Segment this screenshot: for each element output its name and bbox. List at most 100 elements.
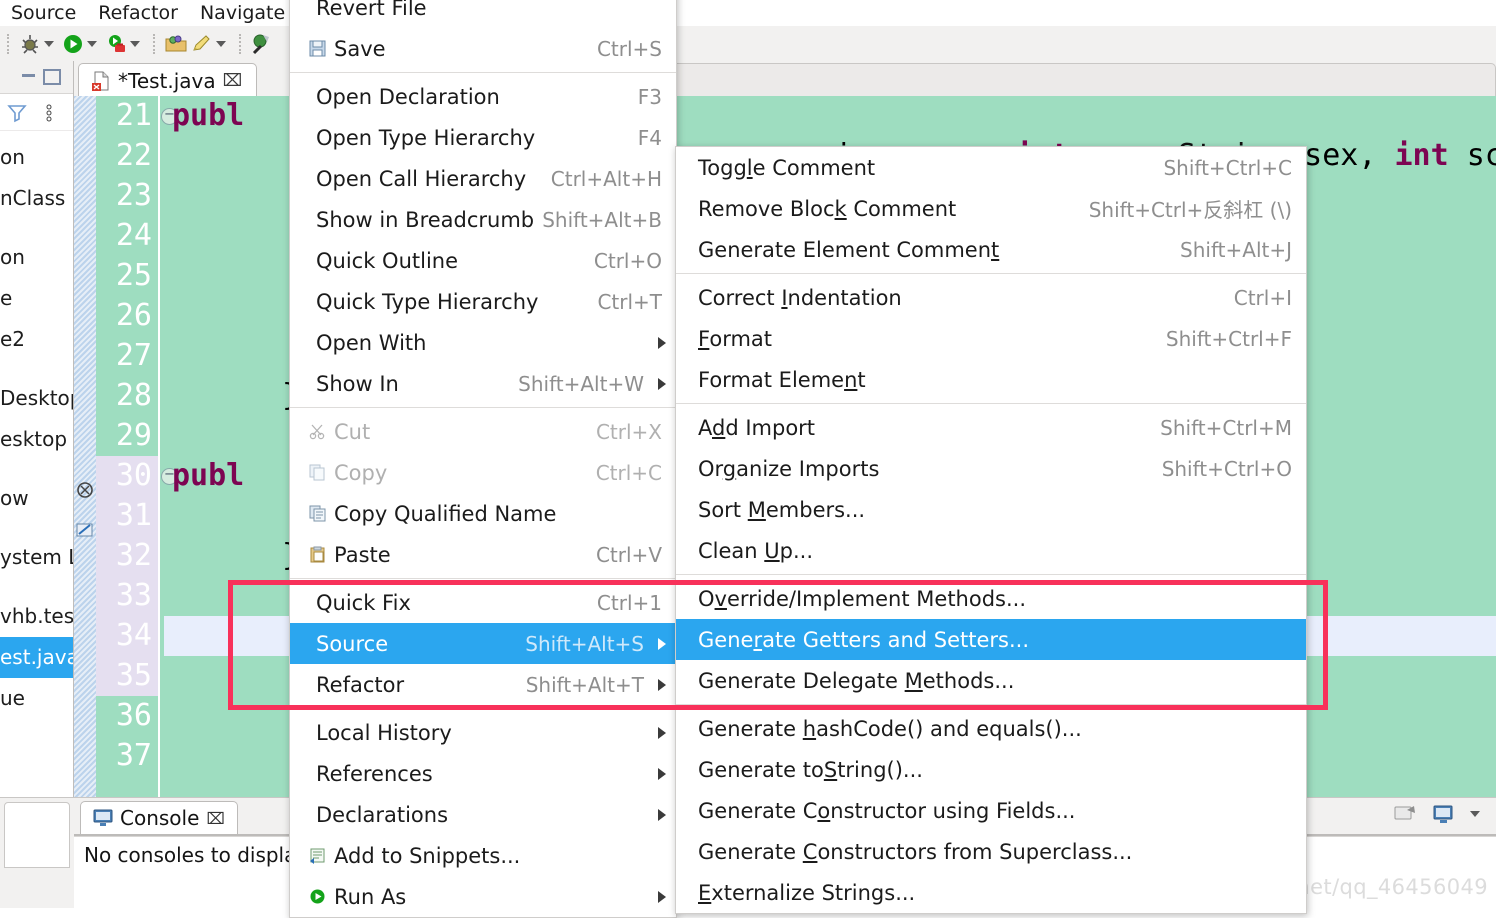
menu-item-declarations[interactable]: Declarations — [290, 794, 676, 835]
menu-navigate[interactable]: Navigate — [189, 2, 296, 24]
menu-item-run-as[interactable]: Run As — [290, 876, 676, 917]
menu-item-cut[interactable]: Cut Ctrl+X — [290, 411, 676, 452]
console-stub-box — [4, 802, 70, 868]
submenu-item-clean-up[interactable]: Clean Up... — [676, 530, 1306, 571]
menu-separator — [290, 708, 676, 709]
menu-item-quick-fix[interactable]: Quick Fix Ctrl+1 — [290, 582, 676, 623]
run-icon[interactable] — [60, 31, 86, 57]
submenu-item-generate-constructor-using-fields[interactable]: Generate Constructor using Fields... — [676, 790, 1306, 831]
menu-item-label: Paste — [334, 543, 391, 567]
menu-item-local-history[interactable]: Local History — [290, 712, 676, 753]
open-type-icon[interactable] — [249, 31, 275, 57]
menu-item-label: Open Call Hierarchy — [316, 167, 526, 191]
submenu-item-generate-hashcode-equals[interactable]: Generate hashCode() and equals()... — [676, 708, 1306, 749]
submenu-item-label: Format — [698, 327, 772, 351]
new-java-class-icon[interactable] — [189, 31, 215, 57]
tree-item[interactable]: nClass — [0, 178, 73, 219]
menu-item-revert-file[interactable]: Revert File — [290, 0, 676, 28]
close-icon[interactable]: ⌧ — [206, 809, 224, 828]
external-tools-dropdown-icon[interactable] — [130, 41, 140, 47]
menu-item-label: Copy Qualified Name — [334, 502, 556, 526]
editor-tab-test-java[interactable]: *Test.java ⌧ — [78, 63, 257, 97]
submenu-separator — [676, 273, 1306, 274]
tree-item[interactable]: Desktop — [0, 378, 73, 419]
close-icon[interactable]: ⌧ — [223, 71, 243, 91]
line-number: 25 — [96, 256, 158, 296]
submenu-item-label: Externalize Strings... — [698, 881, 915, 905]
tree-item[interactable]: vhb.test — [0, 596, 73, 637]
code-keyword: publ — [172, 458, 244, 493]
submenu-item-add-import[interactable]: Add Import Shift+Ctrl+M — [676, 407, 1306, 448]
menu-item-shortcut: Ctrl+Alt+H — [551, 167, 666, 191]
menu-item-open-declaration[interactable]: Open Declaration F3 — [290, 76, 676, 117]
menu-item-quick-outline[interactable]: Quick Outline Ctrl+O — [290, 240, 676, 281]
tree-item[interactable]: on — [0, 137, 73, 178]
submenu-item-shortcut: Shift+Ctrl+C — [1163, 156, 1296, 180]
menu-item-refactor[interactable]: Refactor Shift+Alt+T — [290, 664, 676, 705]
menu-item-label: Cut — [334, 420, 370, 444]
minimize-icon[interactable] — [22, 74, 35, 77]
quickfix-marker-icon[interactable] — [76, 521, 94, 539]
submenu-item-generate-element-comment[interactable]: Generate Element Comment Shift+Alt+J — [676, 229, 1306, 270]
menu-item-save[interactable]: Save Ctrl+S — [290, 28, 676, 69]
submenu-item-toggle-comment[interactable]: Toggle Comment Shift+Ctrl+C — [676, 147, 1306, 188]
filter-icon[interactable] — [6, 102, 28, 124]
error-marker-icon[interactable] — [76, 481, 94, 499]
tree-item[interactable]: on — [0, 237, 73, 278]
menu-item-add-to-snippets[interactable]: Add to Snippets... — [290, 835, 676, 876]
submenu-item-generate-delegate-methods[interactable]: Generate Delegate Methods... — [676, 660, 1306, 701]
run-external-tools-icon[interactable] — [103, 31, 129, 57]
tree-item[interactable]: ystem Li — [0, 537, 73, 578]
submenu-item-format[interactable]: Format Shift+Ctrl+F — [676, 318, 1306, 359]
run-dropdown-icon[interactable] — [87, 41, 97, 47]
submenu-item-sort-members[interactable]: Sort Members... — [676, 489, 1306, 530]
debug-dropdown-icon[interactable] — [44, 41, 54, 47]
submenu-item-override-implement-methods[interactable]: Override/Implement Methods... — [676, 578, 1306, 619]
menu-source[interactable]: Source — [0, 2, 87, 24]
maximize-icon[interactable] — [43, 69, 61, 85]
editor-context-menu[interactable]: Revert File Save Ctrl+S Open Declaration… — [289, 0, 677, 918]
menu-item-references[interactable]: References — [290, 753, 676, 794]
tree-item[interactable]: e — [0, 278, 73, 319]
annotation-ruler[interactable] — [74, 96, 96, 797]
tree-item[interactable]: ow — [0, 478, 73, 519]
tree-item[interactable]: ue — [0, 678, 73, 719]
submenu-item-correct-indentation[interactable]: Correct Indentation Ctrl+I — [676, 277, 1306, 318]
line-number: 28 — [96, 376, 158, 416]
new-console-view-icon[interactable] — [1431, 802, 1457, 826]
view-menu-icon[interactable] — [42, 102, 56, 124]
submenu-item-organize-imports[interactable]: Organize Imports Shift+Ctrl+O — [676, 448, 1306, 489]
tree-item[interactable]: esktop — [0, 419, 73, 460]
new-java-package-icon[interactable] — [163, 31, 189, 57]
submenu-item-label: Add Import — [698, 416, 815, 440]
menu-item-source[interactable]: Source Shift+Alt+S — [290, 623, 676, 664]
submenu-item-generate-tostring[interactable]: Generate toString()... — [676, 749, 1306, 790]
menu-refactor[interactable]: Refactor — [87, 2, 189, 24]
debug-icon[interactable] — [17, 31, 43, 57]
open-console-icon[interactable] — [1393, 802, 1419, 826]
source-submenu[interactable]: Toggle Comment Shift+Ctrl+C Remove Block… — [675, 146, 1307, 914]
console-menu-dropdown-icon[interactable] — [1470, 811, 1480, 817]
menu-item-quick-type-hierarchy[interactable]: Quick Type Hierarchy Ctrl+T — [290, 281, 676, 322]
submenu-item-generate-constructors-from-superclass[interactable]: Generate Constructors from Superclass... — [676, 831, 1306, 872]
menu-item-show-in-breadcrumb[interactable]: Show in Breadcrumb Shift+Alt+B — [290, 199, 676, 240]
menu-item-copy[interactable]: Copy Ctrl+C — [290, 452, 676, 493]
console-tab[interactable]: Console ⌧ — [80, 801, 238, 834]
new-dropdown-icon[interactable] — [216, 41, 226, 47]
menu-item-open-call-hierarchy[interactable]: Open Call Hierarchy Ctrl+Alt+H — [290, 158, 676, 199]
tree-item[interactable]: e2 — [0, 319, 73, 360]
tree-gap — [0, 360, 73, 378]
menu-item-label: Open Declaration — [316, 85, 500, 109]
submenu-item-format-element[interactable]: Format Element — [676, 359, 1306, 400]
package-explorer-tree[interactable]: on nClass on e e2 Desktop esktop ow yste… — [0, 131, 73, 719]
menu-item-paste[interactable]: Paste Ctrl+V — [290, 534, 676, 575]
submenu-item-remove-block-comment[interactable]: Remove Block Comment Shift+Ctrl+反斜杠 (\) — [676, 188, 1306, 229]
submenu-item-generate-getters-and-setters[interactable]: Generate Getters and Setters... — [676, 619, 1306, 660]
menu-item-open-with[interactable]: Open With — [290, 322, 676, 363]
menu-bar: Source Refactor Navigate Se — [0, 0, 1496, 26]
menu-item-copy-qualified-name[interactable]: Copy Qualified Name — [290, 493, 676, 534]
line-number: 22 — [96, 136, 158, 176]
menu-item-open-type-hierarchy[interactable]: Open Type Hierarchy F4 — [290, 117, 676, 158]
menu-item-show-in[interactable]: Show In Shift+Alt+W — [290, 363, 676, 404]
tree-item-selected[interactable]: est.java — [0, 637, 73, 678]
